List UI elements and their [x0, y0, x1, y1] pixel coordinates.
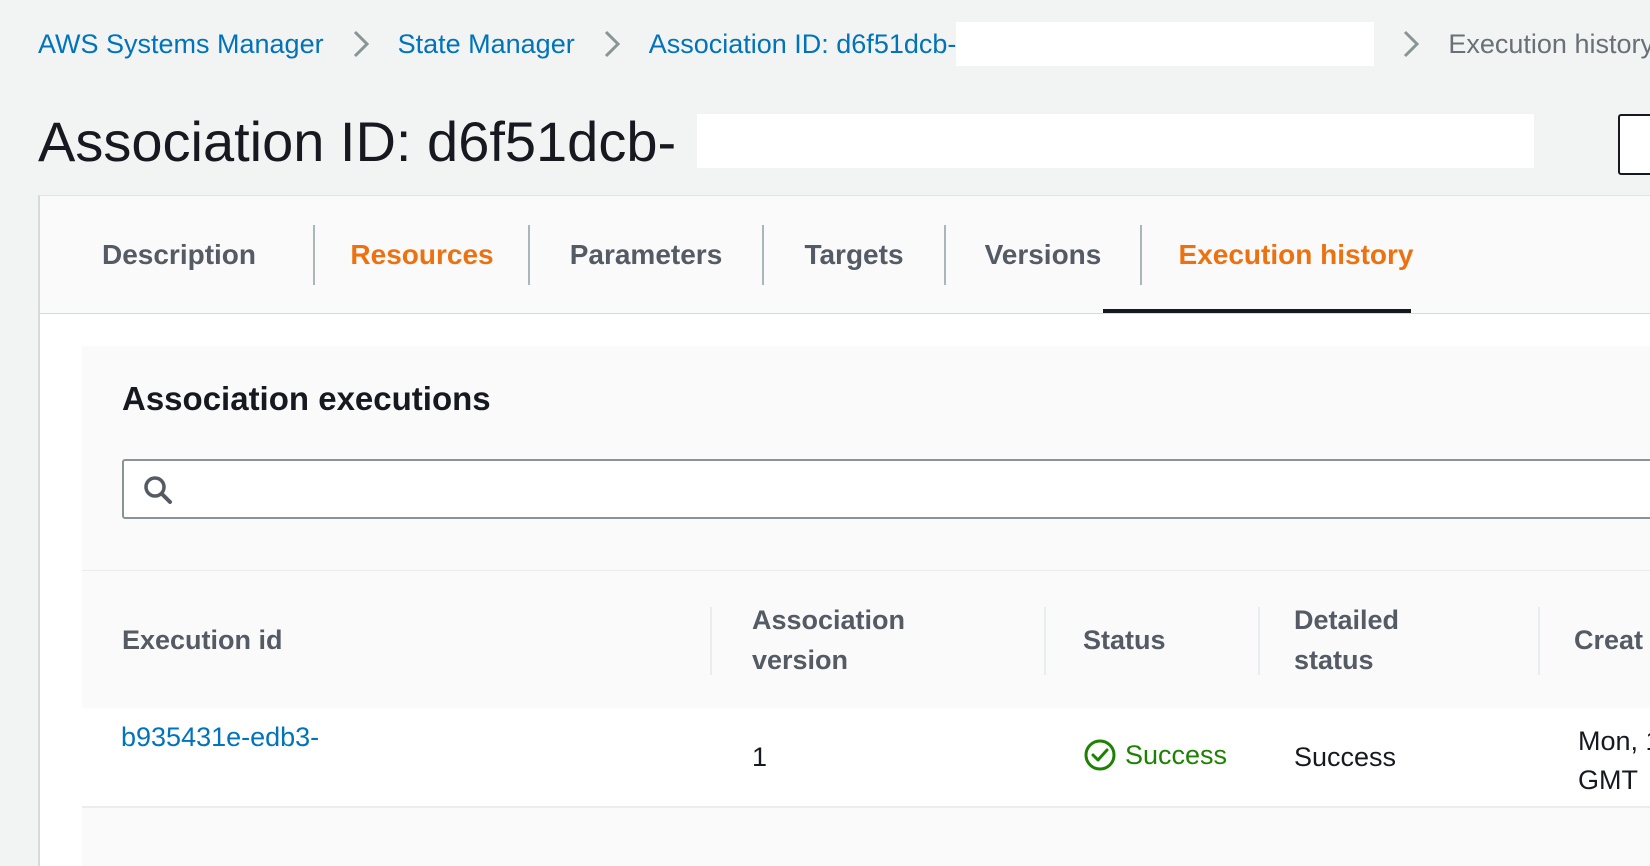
association-version-cell: 1 [752, 742, 768, 772]
association-executions-container: Association executions Execution id Asso… [82, 346, 1650, 866]
column-header-execution-id[interactable]: Execution id [122, 571, 283, 709]
column-divider [1044, 607, 1046, 675]
check-circle-icon [1084, 739, 1116, 771]
column-header-status[interactable]: Status [1083, 571, 1166, 709]
tab-divider [1140, 225, 1142, 285]
tab-bar: Description Resources Parameters Targets… [40, 196, 1650, 314]
column-divider [1538, 607, 1540, 675]
page-title: Association ID: d6f51dcb- [38, 109, 677, 173]
column-divider [1258, 607, 1260, 675]
tab-divider [313, 225, 315, 285]
tab-targets[interactable]: Targets [764, 196, 944, 313]
column-divider [710, 607, 712, 675]
breadcrumb: AWS Systems Manager State Manager Associ… [38, 22, 1650, 66]
active-tab-indicator [1103, 309, 1411, 313]
chevron-right-icon [324, 22, 398, 66]
search-field[interactable] [122, 459, 1650, 519]
tab-resources[interactable]: Resources [316, 196, 528, 313]
tab-versions[interactable]: Versions [946, 196, 1140, 313]
created-line-1: Mon, 1 [1578, 726, 1650, 756]
created-cell: Mon, 1 GMT [1578, 722, 1650, 800]
breadcrumb-systems-manager[interactable]: AWS Systems Manager [38, 29, 324, 60]
table-row: b935431e-edb3- 1 Success Success Mon, 1 … [82, 708, 1650, 808]
column-header-detailed-status[interactable]: Detailed status [1294, 571, 1434, 709]
status-text: Success [1125, 739, 1228, 770]
execution-id-link[interactable]: b935431e-edb3- [121, 722, 319, 753]
action-button[interactable] [1618, 114, 1650, 175]
table-header: Execution id Association version Status … [82, 570, 1650, 710]
breadcrumb-state-manager[interactable]: State Manager [398, 29, 575, 60]
search-icon [142, 474, 174, 511]
breadcrumb-current: Execution history [1448, 28, 1650, 59]
search-input[interactable] [184, 461, 1650, 519]
chevron-right-icon [575, 22, 649, 66]
chevron-right-icon [1374, 22, 1448, 66]
breadcrumb-association[interactable]: Association ID: d6f51dcb- [649, 29, 957, 60]
redacted-area [956, 22, 1375, 66]
column-header-association-version[interactable]: Association version [752, 571, 932, 709]
created-line-2: GMT [1578, 765, 1638, 795]
association-panel: Description Resources Parameters Targets… [38, 195, 1650, 866]
detailed-status-cell: Success [1294, 742, 1397, 772]
tab-execution-history[interactable]: Execution history [1143, 196, 1449, 313]
column-header-created[interactable]: Creat [1574, 571, 1643, 709]
redacted-area [697, 114, 1534, 168]
tab-description[interactable]: Description [82, 196, 276, 313]
status-cell: Success [1083, 738, 1227, 772]
section-title: Association executions [122, 380, 491, 417]
tab-parameters[interactable]: Parameters [530, 196, 762, 313]
